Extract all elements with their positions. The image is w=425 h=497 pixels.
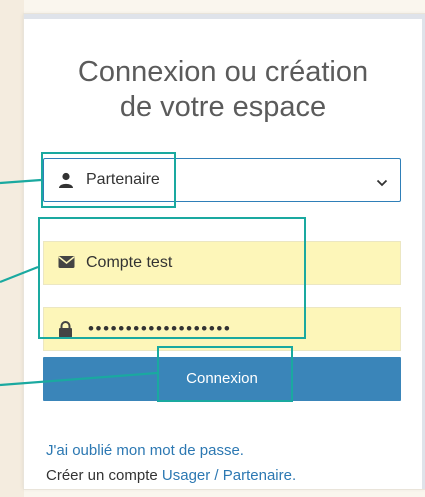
callout-line-submit: [0, 371, 158, 387]
callout-line-account-type: [0, 178, 42, 185]
callout-line-credentials: [0, 265, 39, 284]
callout-lines: [0, 178, 158, 387]
